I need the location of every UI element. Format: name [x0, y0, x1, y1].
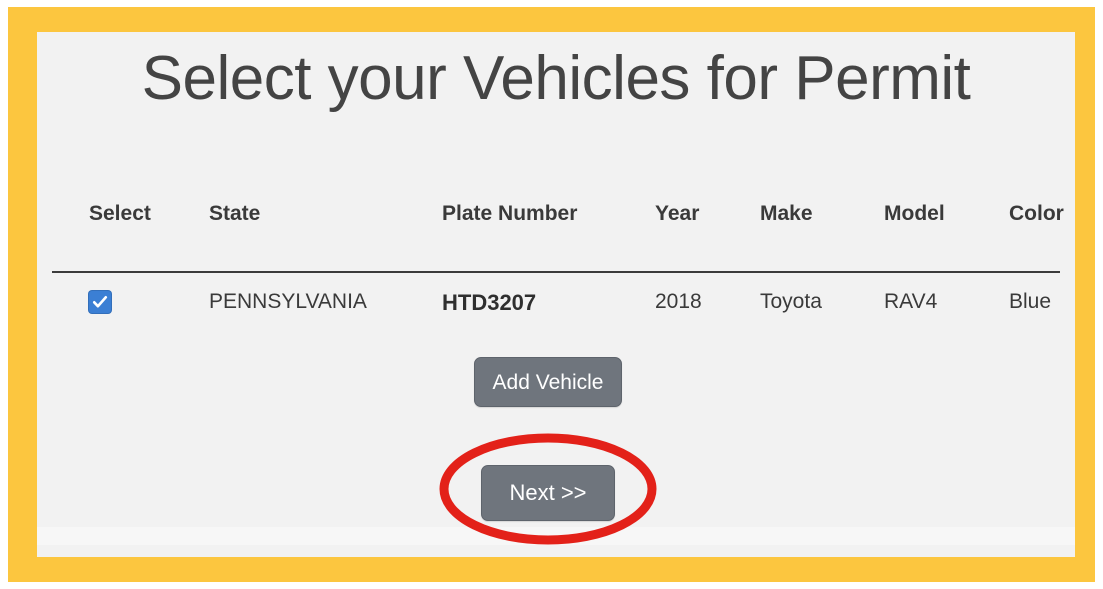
add-vehicle-button[interactable]: Add Vehicle — [474, 357, 622, 407]
vehicle-select-checkbox[interactable] — [88, 290, 112, 314]
next-button[interactable]: Next >> — [481, 465, 615, 521]
vehicles-table: Select State Plate Number Year Make Mode… — [52, 202, 1060, 250]
table-header-row: Select State Plate Number Year Make Mode… — [52, 202, 1060, 250]
cell-model: RAV4 — [884, 290, 937, 314]
table-row: PENNSYLVANIA HTD3207 2018 Toyota RAV4 Bl… — [52, 290, 1060, 334]
page-title: Select your Vehicles for Permit — [37, 43, 1075, 114]
yellow-border-frame: Select your Vehicles for Permit Select S… — [8, 7, 1095, 582]
cell-make: Toyota — [760, 290, 822, 314]
table-header-divider — [52, 271, 1060, 273]
column-header-color: Color — [1009, 202, 1064, 226]
screenshot-root: Select your Vehicles for Permit Select S… — [0, 0, 1103, 589]
column-header-plate-number: Plate Number — [442, 202, 577, 226]
column-header-select: Select — [89, 202, 151, 226]
page-content: Select your Vehicles for Permit Select S… — [37, 32, 1075, 557]
bottom-band — [37, 527, 1075, 545]
check-icon — [91, 293, 109, 311]
cell-state: PENNSYLVANIA — [209, 290, 367, 314]
column-header-make: Make — [760, 202, 813, 226]
cell-plate-number: HTD3207 — [442, 290, 536, 316]
column-header-year: Year — [655, 202, 699, 226]
column-header-model: Model — [884, 202, 945, 226]
column-header-state: State — [209, 202, 260, 226]
cell-year: 2018 — [655, 290, 702, 314]
cell-color: Blue — [1009, 290, 1051, 314]
